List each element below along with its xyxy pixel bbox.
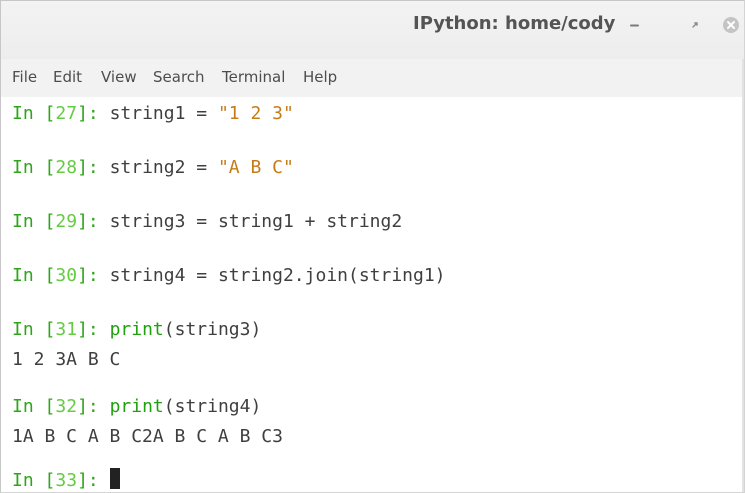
prompt-label: In (12, 319, 34, 340)
prompt-bracket-open: [ (33, 103, 56, 124)
code-text: (string4) (163, 396, 262, 417)
prompt-label: In (12, 396, 34, 417)
code-text: string2 = (109, 157, 218, 178)
input-line-31: In [31]: print(string3) (12, 318, 261, 342)
prompt-bracket-close: ]: (77, 265, 110, 286)
code-text: string4 = string2.join(string1) (109, 265, 446, 286)
prompt-number: 32 (55, 396, 78, 417)
output-line: 1 2 3A B C (12, 349, 121, 370)
prompt-number: 30 (55, 265, 78, 286)
prompt-bracket-open: [ (33, 265, 56, 286)
minimize-icon (630, 24, 639, 27)
prompt-bracket-close: ]: (77, 470, 110, 491)
title-bar[interactable]: IPython: home/cody (1, 1, 744, 60)
prompt-bracket-open: [ (33, 396, 56, 417)
code-text: string1 = (109, 103, 218, 124)
input-line-28: In [28]: string2 = "A B C" (12, 156, 294, 180)
code-text: string3 = string1 + string2 (109, 211, 403, 232)
output-line: 1A B C A B C2A B C A B C3 (12, 426, 283, 447)
prompt-bracket-open: [ (33, 211, 56, 232)
input-line-27: In [27]: string1 = "1 2 3" (12, 102, 294, 126)
prompt-bracket-close: ]: (77, 157, 110, 178)
scrollbar-edge[interactable] (742, 59, 744, 492)
input-line-32: In [32]: print(string4) (12, 395, 261, 419)
prompt-bracket-close: ]: (77, 319, 110, 340)
terminal-output[interactable]: In [27]: string1 = "1 2 3" In [28]: stri… (1, 97, 744, 492)
prompt-number: 28 (55, 157, 78, 178)
terminal-window: IPython: home/cody File Edit View Search… (0, 0, 745, 493)
prompt-bracket-open: [ (33, 470, 56, 491)
prompt-bracket-close: ]: (77, 103, 110, 124)
builtin-function: print (109, 396, 164, 417)
builtin-function: print (109, 319, 164, 340)
prompt-label: In (12, 211, 34, 232)
maximize-icon (692, 22, 698, 28)
text-cursor (109, 468, 120, 489)
prompt-number: 29 (55, 211, 78, 232)
menu-terminal[interactable]: Terminal (222, 68, 285, 86)
prompt-bracket-close: ]: (77, 396, 110, 417)
prompt-label: In (12, 470, 34, 491)
prompt-number: 27 (55, 103, 78, 124)
menu-bar: File Edit View Search Terminal Help (1, 59, 744, 97)
prompt-label: In (12, 103, 34, 124)
menu-edit[interactable]: Edit (53, 68, 82, 86)
menu-help[interactable]: Help (303, 68, 337, 86)
close-button[interactable] (721, 15, 741, 35)
prompt-label: In (12, 265, 34, 286)
code-text: (string3) (163, 319, 262, 340)
maximize-button[interactable] (685, 15, 705, 35)
prompt-label: In (12, 157, 34, 178)
input-line-29: In [29]: string3 = string1 + string2 (12, 210, 402, 234)
prompt-number: 33 (55, 470, 78, 491)
minimize-button[interactable] (625, 15, 645, 35)
input-line-33[interactable]: In [33]: (12, 468, 120, 492)
prompt-bracket-open: [ (33, 319, 56, 340)
string-literal: "1 2 3" (217, 103, 294, 124)
input-line-30: In [30]: string4 = string2.join(string1) (12, 264, 446, 288)
menu-search[interactable]: Search (153, 68, 205, 86)
prompt-bracket-open: [ (33, 157, 56, 178)
window-title: IPython: home/cody (413, 13, 616, 34)
prompt-bracket-close: ]: (77, 211, 110, 232)
string-literal: "A B C" (217, 157, 294, 178)
menu-file[interactable]: File (12, 68, 37, 86)
close-icon (723, 17, 739, 33)
menu-view[interactable]: View (101, 68, 137, 86)
prompt-number: 31 (55, 319, 78, 340)
